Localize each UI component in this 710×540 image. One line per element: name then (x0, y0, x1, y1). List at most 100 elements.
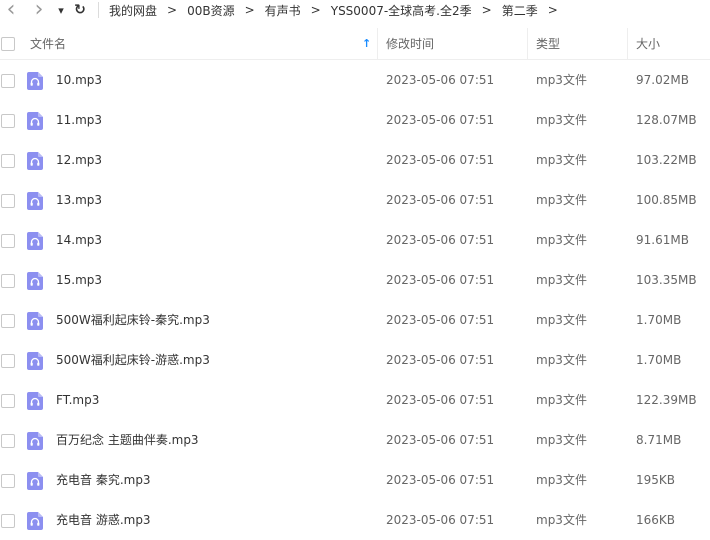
file-size: 1.70MB (636, 353, 682, 367)
breadcrumb-separator-icon: > (547, 3, 558, 17)
file-modified-time: 2023-05-06 07:51 (386, 313, 495, 327)
file-modified-time: 2023-05-06 07:51 (386, 393, 495, 407)
file-name[interactable]: 11.mp3 (56, 100, 102, 140)
audio-file-icon (27, 112, 43, 130)
audio-file-icon (27, 72, 43, 90)
file-name[interactable]: 14.mp3 (56, 220, 102, 260)
row-checkbox[interactable] (1, 474, 15, 488)
column-header-type[interactable]: 类型 (536, 28, 560, 59)
select-all-checkbox[interactable] (1, 37, 15, 51)
column-divider (377, 28, 378, 59)
file-type: mp3文件 (536, 433, 587, 447)
file-modified-time: 2023-05-06 07:51 (386, 433, 495, 447)
file-type: mp3文件 (536, 513, 587, 527)
file-row[interactable]: 15.mp3 2023-05-06 07:51 mp3文件 103.35MB (0, 260, 710, 300)
file-row[interactable]: 充电音 游惑.mp3 2023-05-06 07:51 mp3文件 166KB (0, 500, 710, 540)
file-row[interactable]: 百万纪念 主题曲伴奏.mp3 2023-05-06 07:51 mp3文件 8.71M… (0, 420, 710, 460)
file-type: mp3文件 (536, 353, 587, 367)
file-size: 195KB (636, 473, 676, 487)
history-dropdown-button[interactable]: ▾ (54, 0, 68, 20)
file-size: 100.85MB (636, 193, 697, 207)
file-modified-time: 2023-05-06 07:51 (386, 513, 495, 527)
file-modified-time: 2023-05-06 07:51 (386, 473, 495, 487)
file-row[interactable]: 充电音 秦究.mp3 2023-05-06 07:51 mp3文件 195KB (0, 460, 710, 500)
breadcrumb-item[interactable]: 第二季 (500, 2, 540, 19)
file-name[interactable]: 百万纪念 主题曲伴奏.mp3 (56, 420, 199, 460)
file-type: mp3文件 (536, 273, 587, 287)
breadcrumb-item[interactable]: 我的网盘 (107, 2, 159, 19)
file-row[interactable]: 12.mp3 2023-05-06 07:51 mp3文件 103.22MB (0, 140, 710, 180)
breadcrumb-item[interactable]: 有声书 (263, 2, 303, 19)
chevron-left-icon: ‹ (6, 0, 16, 22)
caret-down-icon: ▾ (58, 3, 64, 17)
file-row[interactable]: 10.mp3 2023-05-06 07:51 mp3文件 97.02MB (0, 60, 710, 100)
row-checkbox[interactable] (1, 514, 15, 528)
file-name[interactable]: 500W福利起床铃-游惑.mp3 (56, 340, 210, 380)
column-header-size[interactable]: 大小 (636, 28, 660, 59)
file-row[interactable]: 500W福利起床铃-秦究.mp3 2023-05-06 07:51 mp3文件 1.7… (0, 300, 710, 340)
audio-file-icon (27, 472, 43, 490)
row-checkbox[interactable] (1, 394, 15, 408)
row-checkbox[interactable] (1, 114, 15, 128)
file-modified-time: 2023-05-06 07:51 (386, 73, 495, 87)
file-modified-time: 2023-05-06 07:51 (386, 113, 495, 127)
file-row[interactable]: 500W福利起床铃-游惑.mp3 2023-05-06 07:51 mp3文件 1.7… (0, 340, 710, 380)
file-name[interactable]: FT.mp3 (56, 380, 99, 420)
row-checkbox[interactable] (1, 234, 15, 248)
file-modified-time: 2023-05-06 07:51 (386, 233, 495, 247)
file-type: mp3文件 (536, 73, 587, 87)
file-name[interactable]: 12.mp3 (56, 140, 102, 180)
file-type: mp3文件 (536, 313, 587, 327)
forward-button[interactable]: › (28, 0, 50, 22)
file-row[interactable]: FT.mp3 2023-05-06 07:51 mp3文件 122.39MB (0, 380, 710, 420)
breadcrumb-separator-icon: > (244, 3, 255, 17)
file-row[interactable]: 14.mp3 2023-05-06 07:51 mp3文件 91.61MB (0, 220, 710, 260)
row-checkbox[interactable] (1, 354, 15, 368)
row-checkbox[interactable] (1, 194, 15, 208)
audio-file-icon (27, 512, 43, 530)
file-size: 1.70MB (636, 313, 682, 327)
file-type: mp3文件 (536, 233, 587, 247)
audio-file-icon (27, 272, 43, 290)
column-header-name[interactable]: 文件名 (30, 28, 66, 59)
toolbar-divider (98, 2, 99, 18)
row-checkbox[interactable] (1, 74, 15, 88)
file-size: 91.61MB (636, 233, 689, 247)
file-name[interactable]: 13.mp3 (56, 180, 102, 220)
file-list-header: 文件名 ↑ 修改时间 类型 大小 (0, 28, 710, 60)
file-type: mp3文件 (536, 153, 587, 167)
audio-file-icon (27, 392, 43, 410)
file-size: 166KB (636, 513, 676, 527)
row-checkbox[interactable] (1, 274, 15, 288)
file-type: mp3文件 (536, 193, 587, 207)
column-header-modified-time[interactable]: 修改时间 (386, 28, 434, 59)
file-name[interactable]: 500W福利起床铃-秦究.mp3 (56, 300, 210, 340)
audio-file-icon (27, 232, 43, 250)
breadcrumb: 我的网盘 >00B资源 > 有声书 > YSS0007-全球高考.全2季 > 第二季 > (107, 2, 566, 19)
audio-file-icon (27, 432, 43, 450)
file-size: 128.07MB (636, 113, 697, 127)
file-name[interactable]: 15.mp3 (56, 260, 102, 300)
file-name[interactable]: 充电音 游惑.mp3 (56, 500, 151, 540)
file-size: 8.71MB (636, 433, 682, 447)
sort-ascending-icon[interactable]: ↑ (362, 28, 371, 59)
refresh-icon: ↻ (74, 2, 86, 18)
file-modified-time: 2023-05-06 07:51 (386, 353, 495, 367)
file-row[interactable]: 13.mp3 2023-05-06 07:51 mp3文件 100.85MB (0, 180, 710, 220)
row-checkbox[interactable] (1, 434, 15, 448)
file-name[interactable]: 充电音 秦究.mp3 (56, 460, 151, 500)
refresh-button[interactable]: ↻ (72, 0, 88, 20)
file-row[interactable]: 11.mp3 2023-05-06 07:51 mp3文件 128.07MB (0, 100, 710, 140)
file-type: mp3文件 (536, 473, 587, 487)
row-checkbox[interactable] (1, 154, 15, 168)
chevron-right-icon: › (34, 0, 44, 22)
breadcrumb-item[interactable]: YSS0007-全球高考.全2季 (329, 2, 474, 19)
audio-file-icon (27, 352, 43, 370)
file-name[interactable]: 10.mp3 (56, 60, 102, 100)
row-checkbox[interactable] (1, 314, 15, 328)
file-size: 97.02MB (636, 73, 689, 87)
file-size: 103.22MB (636, 153, 697, 167)
back-button[interactable]: ‹ (0, 0, 22, 22)
file-type: mp3文件 (536, 113, 587, 127)
breadcrumb-item[interactable]: 00B资源 (185, 2, 237, 19)
